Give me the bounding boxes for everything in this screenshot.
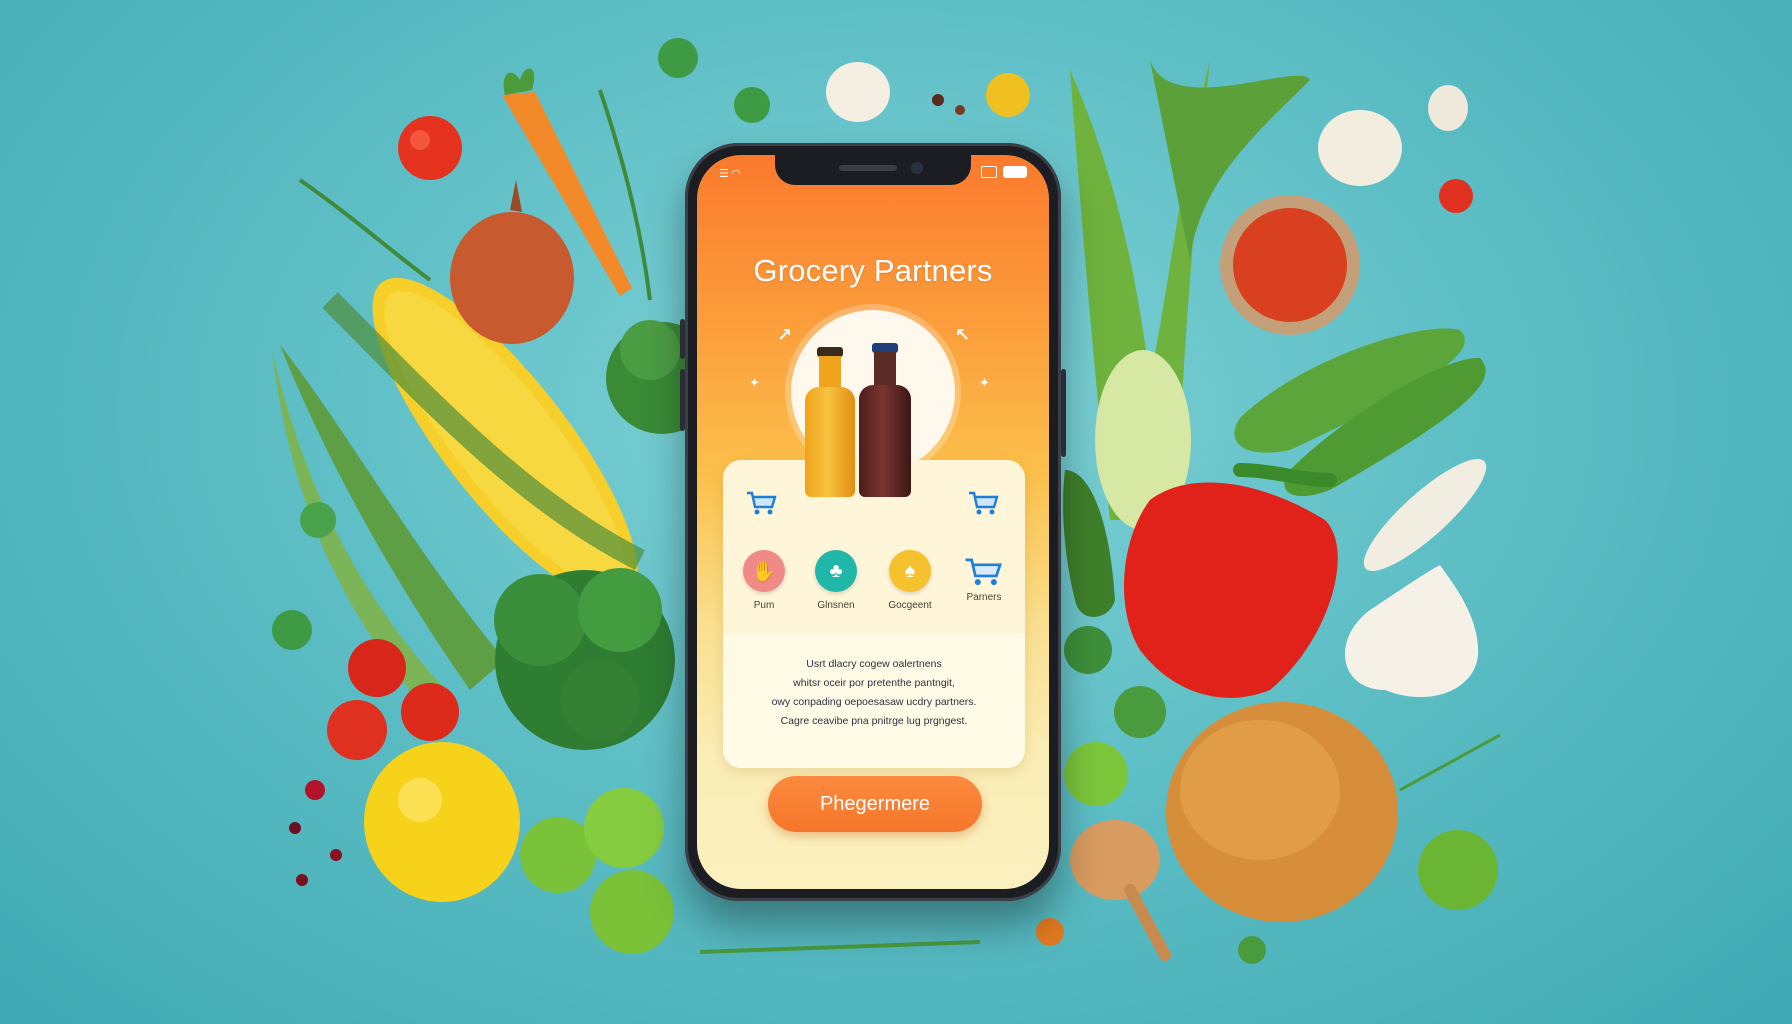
category-gocgeent[interactable]: ♠ Gocgeent	[875, 550, 945, 611]
category-label: Gocgeent	[888, 600, 932, 611]
page-title: Grocery Partners	[753, 253, 993, 288]
cola-bottle	[859, 343, 911, 497]
speaker	[839, 165, 897, 171]
cart-icon[interactable]	[745, 490, 779, 516]
tomato	[348, 639, 406, 697]
camera	[911, 162, 923, 174]
wooden-spoon	[1070, 820, 1160, 900]
lime	[1418, 830, 1498, 910]
category-label: Pum	[753, 600, 775, 611]
description-line: Usrt dlacry cogew oalertnens	[806, 658, 942, 670]
category-label: Parners	[966, 592, 1002, 603]
description-line: Cagre ceavibe pna pnitrge lug prgngest.	[780, 715, 968, 727]
sparkle-icon: ✦	[749, 375, 760, 390]
lime	[1064, 742, 1128, 806]
garlic	[826, 62, 890, 122]
volume-button[interactable]	[680, 369, 685, 431]
tomato	[401, 683, 459, 741]
sparkle-icon: ✦	[979, 375, 990, 390]
phone: ☰ ◠ Grocery Partners ↗ ↖ ✦ ✦ ✋ Pum ♣ Gln…	[680, 143, 1066, 901]
volume-button[interactable]	[680, 319, 685, 359]
notch	[775, 155, 971, 185]
battery-icon	[1003, 166, 1027, 178]
category-pum[interactable]: ✋ Pum	[729, 550, 799, 611]
tomato	[327, 700, 387, 760]
app-screen: ☰ ◠ Grocery Partners ↗ ↖ ✦ ✦ ✋ Pum ♣ Gln…	[697, 155, 1049, 889]
orange-juice-bottle	[805, 347, 855, 497]
partner-card: ✋ Pum ♣ Glnsnen ♠ Gocgeent Parners Usrt …	[723, 460, 1025, 768]
bottle-icon: ♠	[889, 550, 931, 592]
cta-button[interactable]: Phegermere	[768, 776, 982, 832]
cart-icon[interactable]	[967, 490, 1001, 516]
hand-icon: ✋	[743, 550, 785, 592]
power-button[interactable]	[1061, 369, 1066, 457]
status-bar-left: ☰ ◠	[719, 168, 741, 180]
onion	[450, 212, 574, 344]
tomato	[1439, 179, 1473, 213]
lime	[584, 788, 664, 868]
lime	[590, 870, 674, 954]
scene: ☰ ◠ Grocery Partners ↗ ↖ ✦ ✦ ✋ Pum ♣ Gln…	[0, 0, 1792, 1024]
mushroom	[1318, 110, 1402, 186]
signal-icon	[981, 166, 997, 178]
description-line: whitsr oceir por pretenthe pantngit,	[793, 677, 955, 689]
sparkle-icon: ↗	[777, 325, 793, 345]
leaf-icon: ♣	[815, 550, 857, 592]
baby-corn	[1363, 459, 1487, 571]
sparkle-icon: ↖	[955, 325, 971, 345]
category-label: Glnsnen	[817, 600, 855, 611]
description-line: owy conpading oepoesasaw ucdry partners.	[771, 696, 977, 708]
red-pepper	[1123, 482, 1338, 698]
category-glnsnen[interactable]: ♣ Glnsnen	[801, 550, 871, 611]
garlic-bulb	[1344, 565, 1479, 698]
cart-icon	[965, 558, 1002, 586]
lemon	[364, 742, 520, 902]
status-bar-right	[981, 166, 1027, 178]
category-parners[interactable]: Parners	[949, 550, 1019, 603]
tomato	[398, 116, 462, 180]
description: Usrt dlacry cogew oalertnens whitsr ocei…	[723, 655, 1025, 731]
